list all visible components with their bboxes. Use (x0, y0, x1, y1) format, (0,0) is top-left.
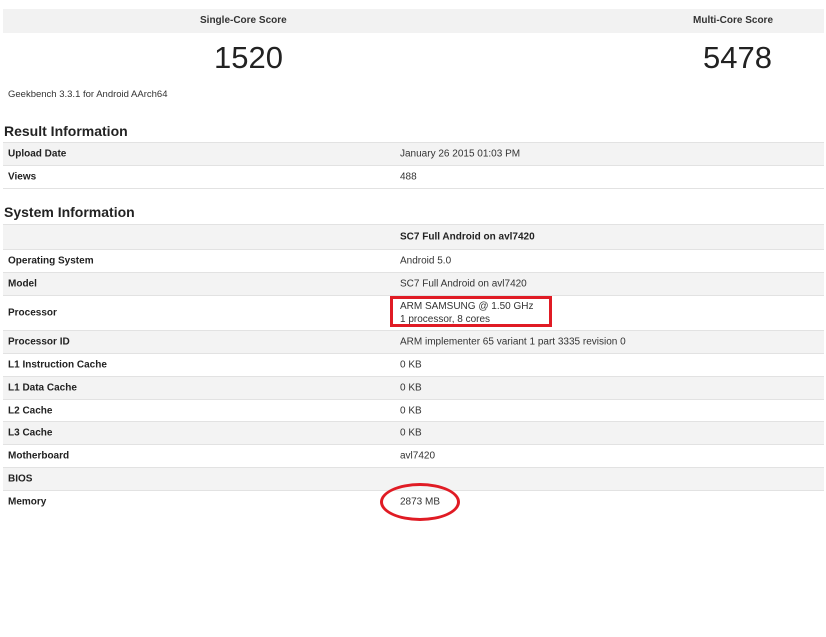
row-value: 488 (400, 171, 417, 183)
multi-core-label: Multi-Core Score (693, 15, 774, 26)
benchmark-version: Geekbench 3.3.1 for Android AArch64 (8, 89, 168, 100)
table-row: L2 Cache 0 KB (3, 399, 824, 421)
table-row: Views 488 (3, 165, 824, 188)
row-key: Memory (8, 496, 47, 508)
table-row: Upload Date January 26 2015 01:03 PM (3, 142, 824, 165)
table-divider (3, 188, 824, 189)
multi-core-score: 5478 (703, 40, 772, 75)
table-row: L1 Data Cache 0 KB (3, 376, 824, 399)
row-key: L3 Cache (8, 427, 53, 439)
row-value: SC7 Full Android on avl7420 (400, 278, 527, 290)
table-row: L1 Instruction Cache 0 KB (3, 353, 824, 376)
system-info-title: System Information (4, 204, 135, 220)
row-value: 0 KB (400, 405, 422, 416)
row-value: 0 KB (400, 382, 422, 394)
row-key: Operating System (8, 255, 94, 267)
table-row: Processor ID ARM implementer 65 variant … (3, 330, 824, 353)
processor-highlight-box (390, 296, 552, 327)
row-value: 0 KB (400, 427, 422, 439)
table-header-row: SC7 Full Android on avl7420 (3, 224, 824, 249)
row-value: January 26 2015 01:03 PM (400, 148, 521, 160)
row-key: Upload Date (8, 148, 67, 160)
row-key: Views (8, 171, 37, 183)
row-key: Model (8, 278, 37, 290)
row-key: L2 Cache (8, 405, 53, 416)
row-value: 0 KB (400, 359, 422, 371)
row-key: Processor (8, 307, 57, 319)
row-key: L1 Data Cache (8, 382, 77, 394)
row-key: BIOS (8, 473, 33, 485)
table-row: Motherboard avl7420 (3, 444, 824, 467)
memory-highlight-circle (380, 483, 460, 521)
row-key: Motherboard (8, 450, 70, 462)
row-value: Android 5.0 (400, 255, 452, 267)
table-row: Model SC7 Full Android on avl7420 (3, 272, 824, 295)
row-value: avl7420 (400, 450, 436, 462)
result-info-title: Result Information (4, 123, 128, 139)
system-header-value: SC7 Full Android on avl7420 (400, 231, 535, 243)
single-core-label: Single-Core Score (200, 15, 287, 26)
row-key: L1 Instruction Cache (8, 359, 107, 371)
table-row: L3 Cache 0 KB (3, 421, 824, 444)
row-value: ARM implementer 65 variant 1 part 3335 r… (400, 336, 626, 348)
single-core-score: 1520 (214, 40, 283, 75)
row-key: Processor ID (8, 336, 70, 348)
table-row: Operating System Android 5.0 (3, 249, 824, 272)
